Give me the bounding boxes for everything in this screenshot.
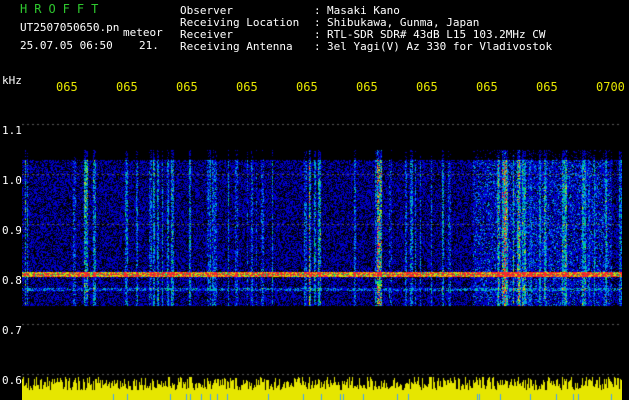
file-suffix: meteor <box>123 26 163 39</box>
spectrogram-plot <box>22 100 622 400</box>
label-antenna: Receiving Antenna <box>180 40 293 53</box>
value-antenna: 3el Yagi(V) Az 330 for Vladivostok <box>327 40 553 53</box>
app-title: HROFFT <box>20 2 106 16</box>
x-tick-label: 065 <box>296 80 318 94</box>
x-tick-label: 065 <box>56 80 78 94</box>
y-tick-label: 1.1 <box>2 124 22 137</box>
x-tick-label: 065 <box>416 80 438 94</box>
x-tick-label: 065 <box>476 80 498 94</box>
x-tick-label: 065 <box>236 80 258 94</box>
echo-count: 21. <box>139 39 159 52</box>
x-tick-label: 065 <box>536 80 558 94</box>
x-tick-label: 065 <box>356 80 378 94</box>
x-tick-label: 0700 <box>596 80 625 94</box>
y-tick-label: 1.0 <box>2 174 22 187</box>
y-tick-label: 0.8 <box>2 274 22 287</box>
date-time: 25.07.05 06:50 <box>20 39 113 52</box>
x-tick-label: 065 <box>116 80 138 94</box>
file-name: UT2507050650.pn <box>20 21 120 34</box>
y-tick-label: 0.7 <box>2 324 22 337</box>
colon: : <box>314 40 321 53</box>
y-tick-label: 0.9 <box>2 224 22 237</box>
y-tick-label: 0.6 <box>2 374 22 387</box>
hrofft-window: HROFFT UT2507050650.pn meteor 25.07.05 0… <box>0 0 629 400</box>
x-tick-label: 065 <box>176 80 198 94</box>
y-axis-unit: kHz <box>2 74 22 87</box>
